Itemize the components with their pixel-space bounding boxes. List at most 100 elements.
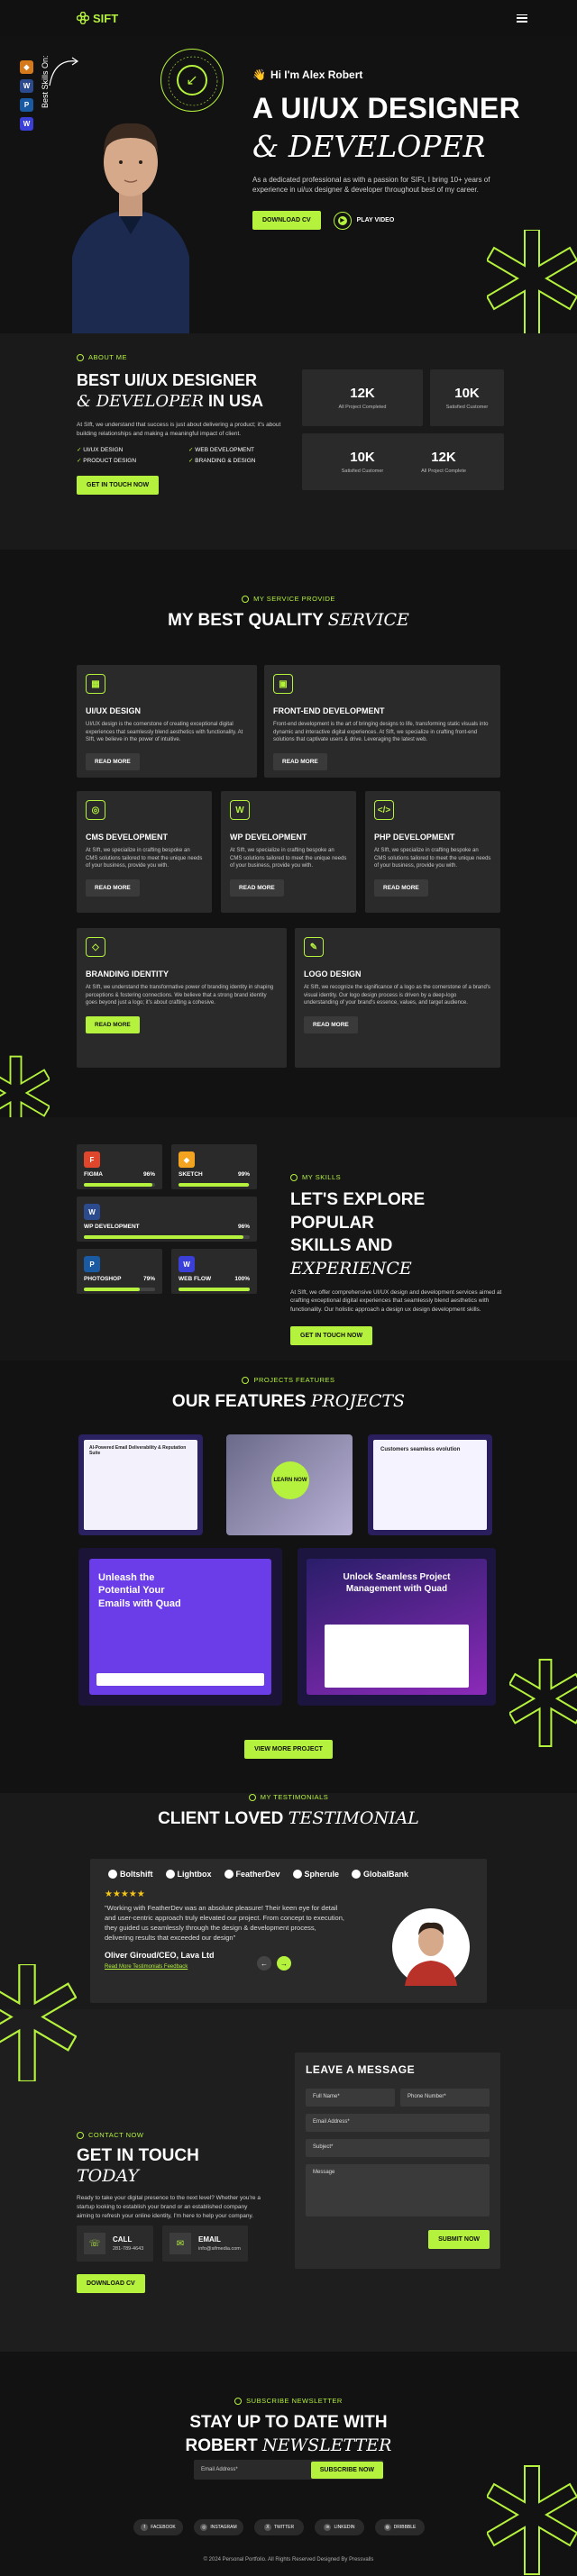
subject-field[interactable]: Subject* — [306, 2139, 490, 2157]
full-name-field[interactable]: Full Name* — [306, 2089, 395, 2107]
email-input[interactable]: Email Address* — [201, 2467, 238, 2472]
facebook-link[interactable]: f FACEBOOK — [133, 2519, 183, 2535]
submit-button[interactable]: SUBMIT NOW — [428, 2230, 490, 2249]
newsletter-section: SUBSCRIBE NEWSLETTER STAY UP TO DATE WIT… — [0, 2352, 577, 2576]
logo-text: SIFT — [93, 11, 119, 25]
stat-card: 12K All Project Completed — [302, 369, 423, 426]
slider-nav: ← → — [257, 1956, 291, 1971]
read-more-button[interactable]: READ MORE — [374, 879, 428, 897]
download-cv-button[interactable]: DOWNLOAD CV — [252, 211, 321, 231]
view-more-button[interactable]: VIEW MORE PROJECT — [244, 1740, 333, 1759]
play-video-button[interactable]: ▶ PLAY VIDEO — [333, 211, 395, 230]
prev-arrow-icon[interactable]: ← — [257, 1956, 271, 1971]
dribbble-icon: ◍ — [383, 2524, 391, 2531]
project-thumbnail[interactable]: Unleash the Potential Your Emails with Q… — [78, 1548, 282, 1706]
learn-now-button[interactable]: LEARN NOW — [271, 1461, 309, 1499]
skill-bar — [179, 1183, 250, 1187]
skill-card: P PHOTOSHOP 79% — [77, 1249, 162, 1294]
skill-card: W WEB FLOW 100% — [171, 1249, 257, 1294]
read-more-button[interactable]: READ MORE — [273, 753, 327, 771]
check-item: UI/UX DESIGN — [77, 446, 181, 453]
play-video-label: PLAY VIDEO — [356, 217, 395, 224]
project-thumbnail[interactable]: Unlock Seamless Project Management with … — [298, 1548, 496, 1706]
features-heading: PROJECTS FEATURES OUR FEATURES PROJECTS — [171, 1376, 406, 1411]
email-info[interactable]: ✉ EMAIL info@sifmedia.com — [162, 2226, 248, 2262]
code-icon: </> — [374, 800, 394, 820]
hero-section: ◆ W P W Best Skills On: ↙ 👋 Hi I'm Alex … — [0, 36, 577, 338]
read-more-button[interactable]: READ MORE — [86, 753, 140, 771]
features-section: PROJECTS FEATURES OUR FEATURES PROJECTS … — [0, 1361, 577, 1793]
skill-card: W WP DEVELOPMENT 96% — [77, 1197, 257, 1242]
photoshop-icon: P — [20, 98, 33, 112]
about-section: ABOUT ME BEST UI/UX DESIGNER & DEVELOPER… — [0, 333, 577, 550]
read-more-button[interactable]: READ MORE — [304, 1016, 358, 1034]
project-thumbnail[interactable]: LEARN NOW — [226, 1434, 353, 1535]
contact-content: CONTACT NOW GET IN TOUCH TODAY Ready to … — [77, 2131, 266, 2220]
get-in-touch-button[interactable]: GET IN TOUCH NOW — [290, 1325, 373, 1345]
stat-card: 10K Satisfied Customer — [430, 369, 504, 426]
skills-title: LET'S EXPLORE POPULAR SKILLS AND EXPERIEN… — [290, 1190, 426, 1279]
service-card: </> PHP DEVELOPMENT At SIft, we speciali… — [365, 791, 500, 913]
site-header: SIFT — [0, 0, 577, 36]
profile-photo — [72, 123, 189, 333]
stat-card: 12K All Project Complete — [383, 433, 504, 490]
webflow-icon: W — [20, 117, 33, 131]
email-field[interactable]: Email Address* — [306, 2114, 490, 2132]
skill-card: F FIGMA 96% — [77, 1144, 162, 1189]
call-info[interactable]: ☏ CALL 281-789-4643 — [77, 2226, 153, 2262]
x-icon: X — [263, 2524, 271, 2531]
get-in-touch-button[interactable]: GET IN TOUCH NOW — [77, 475, 160, 495]
download-cv-button[interactable]: DOWNLOAD CV — [77, 2274, 145, 2293]
menu-icon[interactable] — [517, 14, 527, 23]
wordpress-icon: W — [20, 79, 33, 93]
linkedin-link[interactable]: in LINKEDIN — [315, 2519, 364, 2535]
webflow-icon: W — [179, 1256, 195, 1272]
service-card: ▦ UI/UX DESIGN UI/UX design is the corne… — [77, 665, 257, 778]
project-thumbnail[interactable]: AI-Powered Email Deliverability & Reputa… — [78, 1434, 203, 1535]
tag-icon: ◇ — [86, 937, 105, 957]
skill-bar — [179, 1288, 250, 1291]
instagram-link[interactable]: ◎ INSTAGRAM — [194, 2519, 243, 2535]
next-arrow-icon[interactable]: → — [277, 1956, 291, 1971]
services-heading: MY SERVICE PROVIDE MY BEST QUALITY SERVI… — [168, 595, 409, 630]
twitter-link[interactable]: X TWITTER — [254, 2519, 304, 2535]
curved-arrow-icon — [49, 57, 79, 86]
read-more-button[interactable]: READ MORE — [86, 1016, 140, 1034]
skills-description: At SIft, we offer comprehensive UI/UX de… — [290, 1288, 502, 1314]
asterisk-decoration — [0, 1964, 77, 2081]
read-more-button[interactable]: READ MORE — [86, 879, 140, 897]
form-title: LEAVE A MESSAGE — [306, 2063, 416, 2076]
asterisk-decoration — [509, 1659, 577, 1747]
newsletter-form: Email Address* SUBSCRIBE NOW — [194, 2460, 383, 2480]
play-icon: ▶ — [333, 211, 352, 230]
dribbble-link[interactable]: ◍ DRIBBBLE — [375, 2519, 425, 2535]
linkedin-icon: in — [324, 2524, 332, 2531]
sketch-icon: ◆ — [179, 1151, 195, 1168]
layout-icon: ▦ — [86, 674, 105, 694]
subscribe-button[interactable]: SUBSCRIBE NOW — [310, 2461, 383, 2479]
brand-logos: Boltshift Lightbox FeatherDev Spherule G… — [90, 1859, 487, 1889]
hello-line: 👋 Hi I'm Alex Robert — [252, 68, 559, 81]
mail-icon: ✉ — [169, 2233, 191, 2254]
monitor-icon: ▣ — [273, 674, 293, 694]
hero-title: A UI/UX DESIGNER — [252, 92, 520, 124]
services-section: MY SERVICE PROVIDE MY BEST QUALITY SERVI… — [0, 550, 577, 1139]
hero-description: As a dedicated professional as with a pa… — [252, 176, 490, 195]
skills-eyebrow: MY SKILLS — [290, 1173, 507, 1181]
read-more-button[interactable]: READ MORE — [230, 879, 284, 897]
brand-logo: FeatherDev — [224, 1870, 280, 1879]
site-logo[interactable]: SIFT — [77, 12, 118, 25]
read-more-link[interactable]: Read More Testimonials Feedback — [105, 1964, 346, 1970]
message-field[interactable]: Message — [306, 2164, 490, 2216]
hire-me-badge[interactable]: ↙ — [160, 49, 224, 112]
project-thumbnail[interactable]: Customers seamless evolution — [368, 1434, 492, 1535]
phone-field[interactable]: Phone Number* — [400, 2089, 490, 2107]
brand-logo: Boltshift — [108, 1870, 153, 1879]
testimonials-section: MY TESTIMONIALS CLIENT LOVED TESTIMONIAL… — [0, 1793, 577, 2009]
wave-icon: 👋 — [252, 68, 266, 81]
sketch-icon: ◆ — [20, 60, 33, 74]
stats-grid: 12K All Project Completed 10K Satisfied Cu… — [302, 369, 504, 490]
skill-bar — [84, 1288, 155, 1291]
hero-text: 👋 Hi I'm Alex Robert A UI/UX DESIGNER & … — [252, 68, 559, 231]
service-card: W WP DEVELOPMENT At SIft, we specialize … — [221, 791, 356, 913]
